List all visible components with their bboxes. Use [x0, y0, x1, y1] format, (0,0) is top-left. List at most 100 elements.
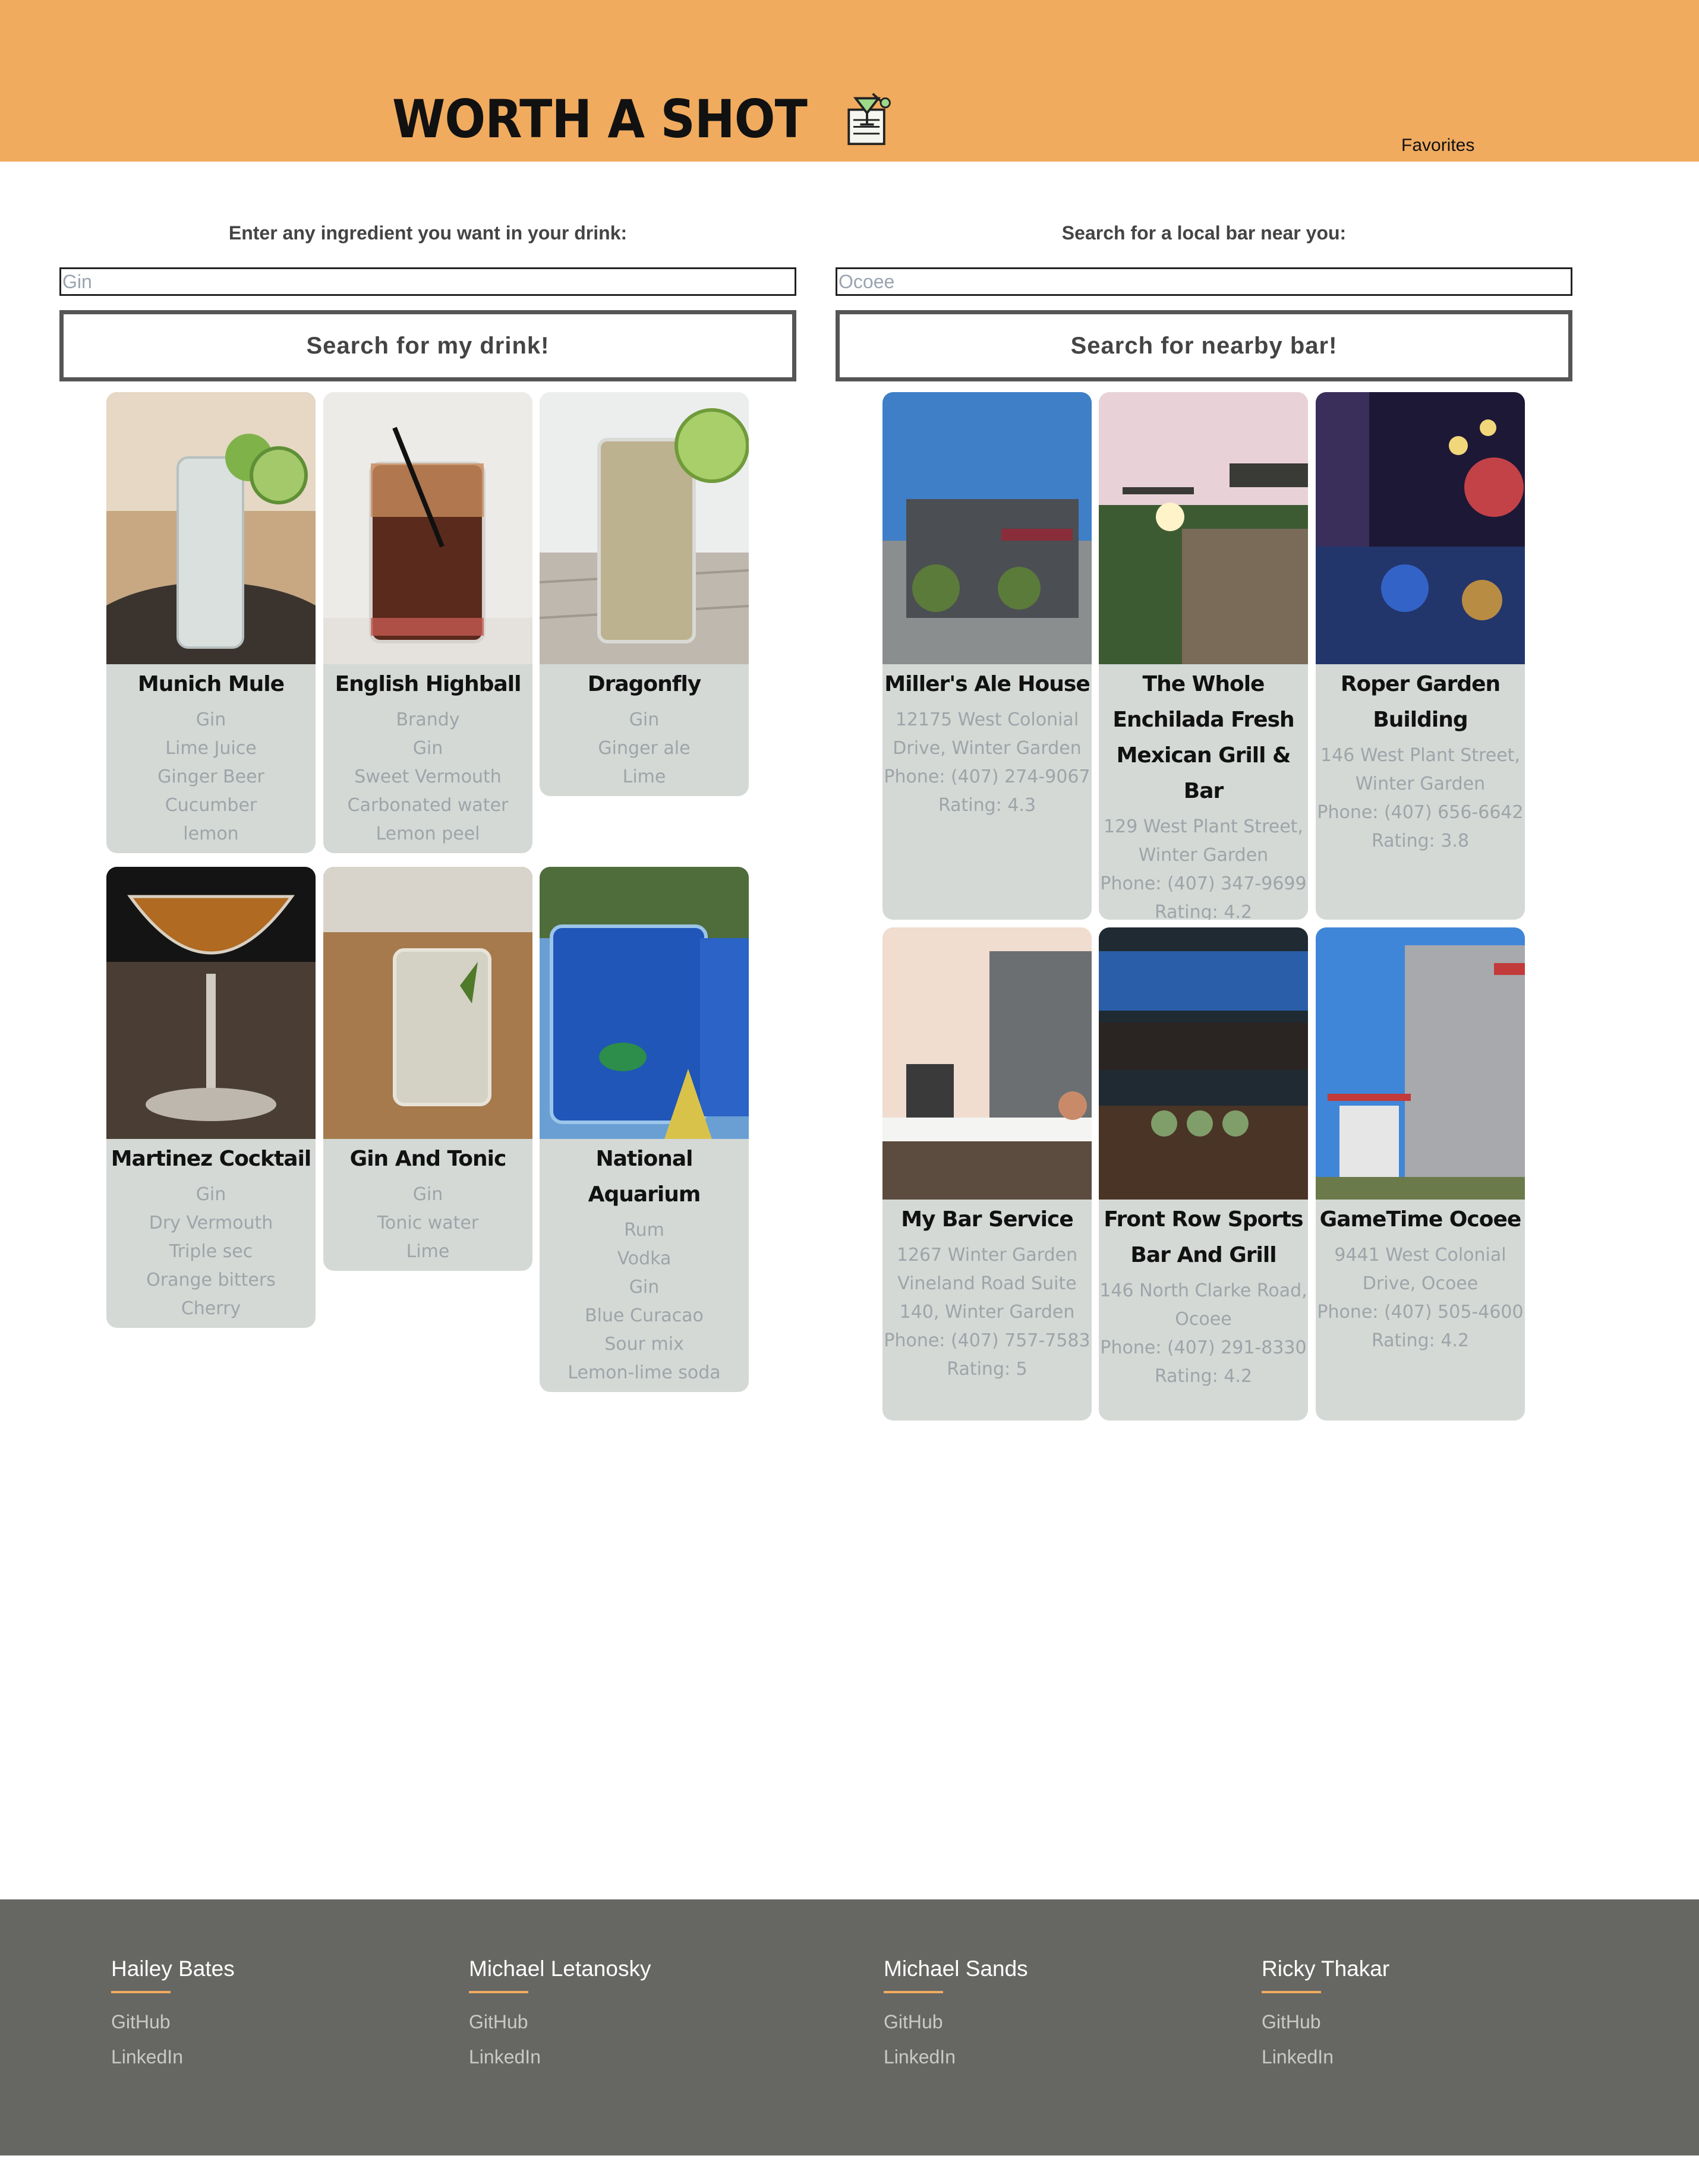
bar-address: 12175 West Colonial Drive, Winter Garden — [893, 709, 1082, 759]
footer-member: Michael Letanosky GitHub LinkedIn — [469, 1956, 651, 2068]
bar-card[interactable]: Roper Garden Building 146 West Plant Str… — [1316, 392, 1525, 920]
ingredient: Lemon peel — [376, 823, 480, 844]
ingredient: Gin — [412, 738, 443, 759]
ingredient-input[interactable] — [59, 267, 796, 296]
linkedin-link[interactable]: LinkedIn — [1262, 2046, 1389, 2068]
bar-rating: Rating: 3.8 — [1371, 831, 1470, 851]
ingredient: Ginger ale — [598, 738, 691, 759]
bar-phone: Phone: (407) 274-9067 — [884, 766, 1090, 787]
bar-card[interactable]: My Bar Service 1267 Winter Garden Vinela… — [882, 927, 1092, 1421]
bar-card[interactable]: Miller's Ale House 12175 West Colonial D… — [882, 392, 1092, 920]
ingredient: Vodka — [617, 1248, 672, 1269]
drink-card[interactable]: Munich Mule Gin Lime Juice Ginger Beer C… — [106, 392, 316, 853]
footer-member: Ricky Thakar GitHub LinkedIn — [1262, 1956, 1389, 2068]
bar-rating: Rating: 4.2 — [1154, 902, 1253, 920]
underline-accent — [884, 1991, 943, 1993]
bar-address: 9441 West Colonial Drive, Ocoee — [1334, 1245, 1506, 1294]
ingredient: Brandy — [396, 709, 460, 730]
ingredient: Lime — [406, 1241, 450, 1262]
github-link[interactable]: GitHub — [1262, 2011, 1389, 2033]
bar-name: Front Row Sports Bar and Grill — [1104, 1207, 1303, 1267]
bar-rating: Rating: 4.2 — [1154, 1366, 1253, 1387]
drink-card[interactable]: Martinez Cocktail Gin Dry Vermouth Tripl… — [106, 867, 316, 1328]
github-link[interactable]: GitHub — [111, 2011, 235, 2033]
bar-photo — [882, 392, 1092, 664]
bar-address: 1267 Winter Garden Vineland Road Suite 1… — [896, 1245, 1078, 1323]
linkedin-link[interactable]: LinkedIn — [111, 2046, 235, 2068]
bar-phone: Phone: (407) 757-7583 — [884, 1330, 1090, 1351]
linkedin-link[interactable]: LinkedIn — [884, 2046, 1028, 2068]
ingredient: Orange bitters — [146, 1270, 276, 1290]
bar-search-button[interactable]: Search for nearby bar! — [836, 310, 1572, 381]
ingredient: Rum — [624, 1220, 664, 1241]
ingredient: Gin — [629, 709, 660, 730]
footer-member: Hailey Bates GitHub LinkedIn — [111, 1956, 235, 2068]
drink-photo — [106, 392, 316, 664]
ingredient: Sweet Vermouth — [354, 766, 502, 787]
ingredient: lemon — [183, 823, 239, 844]
ingredient: Lime — [622, 766, 666, 787]
bar-phone: Phone: (407) 505-4600 — [1317, 1302, 1524, 1323]
drink-name: Dragonfly — [587, 672, 702, 696]
favorites-link[interactable]: Favorites — [1401, 135, 1474, 156]
bar-address: 146 North Clarke Road, Ocoee — [1099, 1280, 1307, 1330]
github-link[interactable]: GitHub — [469, 2011, 651, 2033]
ingredient: Carbonated water — [347, 795, 509, 816]
bar-photo — [1316, 927, 1525, 1200]
bar-phone: Phone: (407) 656-6642 — [1317, 802, 1524, 823]
drink-name: National Aquarium — [588, 1147, 701, 1207]
bar-name: Miller's Ale House — [884, 672, 1090, 696]
drink-photo — [323, 392, 532, 664]
ingredient: Sour mix — [604, 1334, 684, 1355]
bar-name: The Whole Enchilada Fresh Mexican Grill … — [1112, 672, 1294, 803]
location-input[interactable] — [836, 267, 1572, 296]
drink-card[interactable]: National Aquarium Rum Vodka Gin Blue Cur… — [540, 867, 749, 1392]
bar-card[interactable]: Front Row Sports Bar and Grill 146 North… — [1099, 927, 1308, 1421]
bar-rating: Rating: 4.2 — [1371, 1330, 1470, 1351]
ingredient: Ginger Beer — [157, 766, 264, 787]
ingredient: Gin — [412, 1184, 443, 1205]
github-link[interactable]: GitHub — [884, 2011, 1028, 2033]
ingredient: Blue Curacao — [585, 1305, 704, 1326]
drink-card[interactable]: Dragonfly Gin Ginger ale Lime — [540, 392, 749, 796]
member-name: Michael Sands — [884, 1956, 1028, 1981]
ingredient: Tonic water — [377, 1213, 479, 1233]
linkedin-link[interactable]: LinkedIn — [469, 2046, 651, 2068]
drink-card[interactable]: English Highball Brandy Gin Sweet Vermou… — [323, 392, 532, 853]
bar-photo — [882, 927, 1092, 1200]
ingredient: Gin — [196, 1184, 226, 1205]
bar-card[interactable]: The Whole Enchilada Fresh Mexican Grill … — [1099, 392, 1308, 920]
ingredient: Cucumber — [165, 795, 257, 816]
ingredient: Triple sec — [169, 1241, 253, 1262]
bar-phone: Phone: (407) 291-8330 — [1100, 1337, 1307, 1358]
ingredient: Lime Juice — [165, 738, 257, 759]
ingredient: Cherry — [181, 1298, 241, 1319]
ingredient: Gin — [196, 709, 226, 730]
drink-photo — [540, 392, 749, 664]
drink-name: Munich Mule — [137, 672, 285, 696]
member-name: Ricky Thakar — [1262, 1956, 1390, 1981]
bar-name: GameTime Ocoee — [1319, 1207, 1522, 1232]
bar-address: 146 West Plant Street, Winter Garden — [1320, 745, 1520, 794]
bar-photo — [1099, 927, 1308, 1200]
drink-card[interactable]: Gin And Tonic Gin Tonic water Lime — [323, 867, 532, 1271]
site-header: Worth a Shot Favorites — [0, 0, 1699, 162]
footer-member: Michael Sands GitHub LinkedIn — [884, 1956, 1028, 2068]
drink-search-button[interactable]: Search for my drink! — [59, 310, 796, 381]
drink-photo — [106, 867, 316, 1139]
brand[interactable]: Worth a Shot — [392, 83, 896, 154]
bar-rating: Rating: 5 — [947, 1359, 1027, 1380]
site-footer: Hailey Bates GitHub LinkedIn Michael Let… — [0, 1899, 1699, 2155]
bar-photo — [1316, 392, 1525, 664]
drink-name: Gin And Tonic — [349, 1147, 507, 1171]
bar-phone: Phone: (407) 347-9699 — [1100, 873, 1307, 894]
ingredient: Gin — [629, 1277, 660, 1298]
ingredient: Dry Vermouth — [149, 1213, 273, 1233]
drink-name: Martinez Cocktail — [111, 1147, 312, 1171]
underline-accent — [469, 1991, 528, 1993]
bar-name: Roper Garden Building — [1340, 672, 1501, 732]
member-name: Michael Letanosky — [469, 1956, 651, 1981]
site-title: Worth a Shot — [392, 88, 808, 150]
bar-card[interactable]: GameTime Ocoee 9441 West Colonial Drive,… — [1316, 927, 1525, 1421]
underline-accent — [1262, 1991, 1321, 1993]
